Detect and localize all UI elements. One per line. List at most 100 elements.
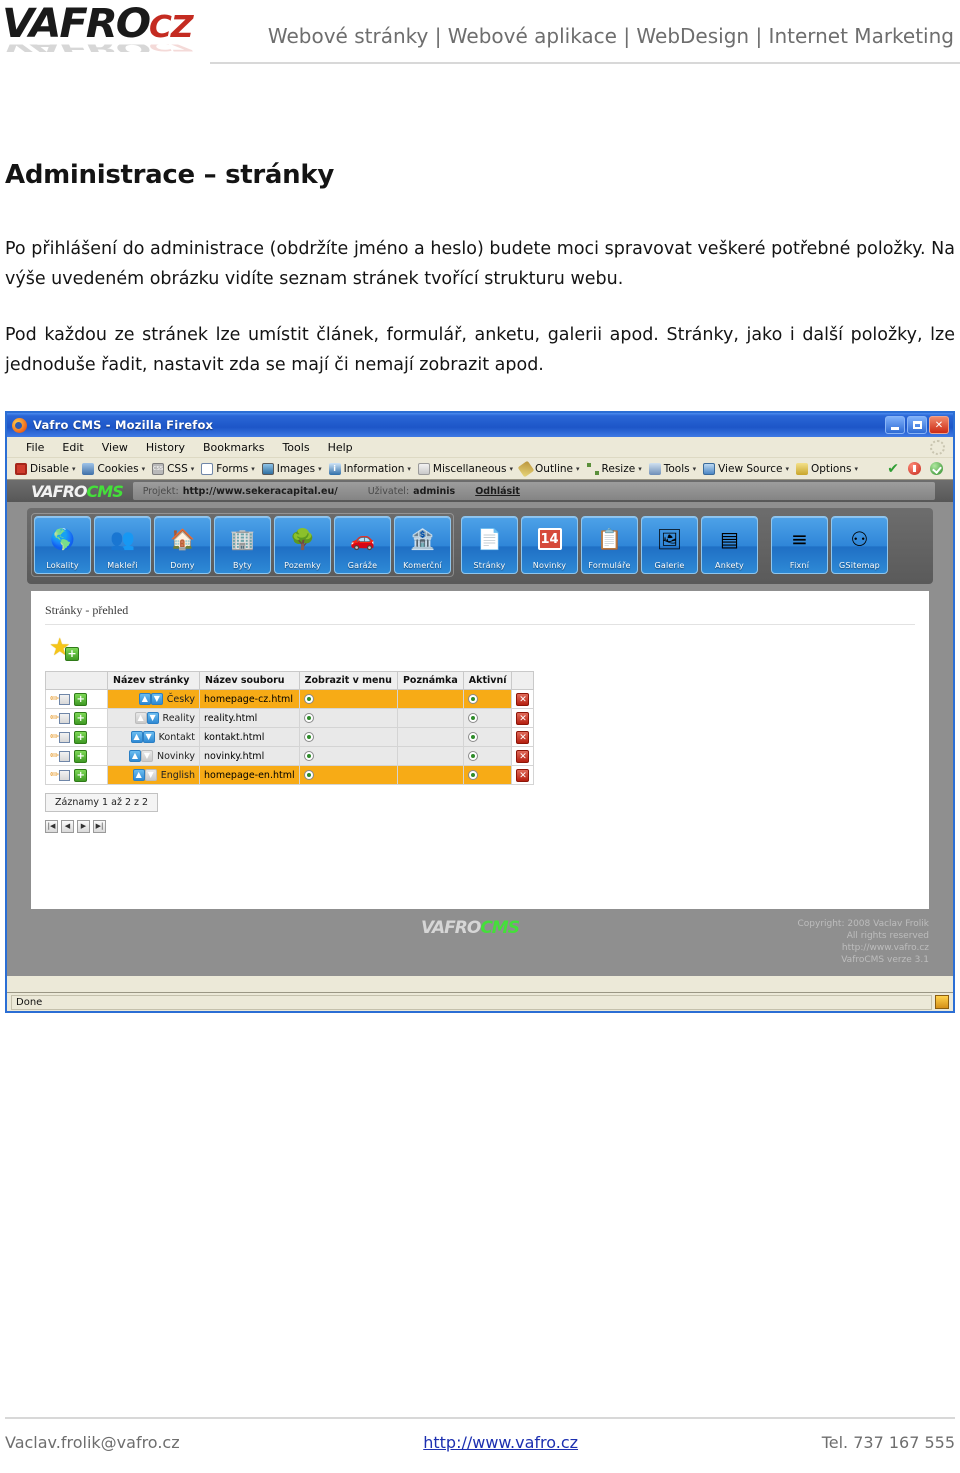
properties-icon[interactable] <box>59 751 71 762</box>
nav-komercni[interactable]: 🏦 Komerční <box>394 516 451 574</box>
move-down-icon[interactable]: ▼ <box>141 750 153 762</box>
move-up-icon[interactable]: ▲ <box>130 731 143 743</box>
pager-next[interactable]: ▶ <box>77 820 90 833</box>
validation-ok-icon[interactable]: ✔ <box>887 461 899 477</box>
close-button[interactable]: ✕ <box>929 416 949 434</box>
status-tray-icon[interactable] <box>935 995 949 1009</box>
miscellaneous-icon <box>417 462 430 475</box>
css-icon: CSS <box>152 462 165 475</box>
show-in-menu-radio[interactable] <box>303 713 314 723</box>
nav-ankety[interactable]: ▤ Ankety <box>701 516 758 574</box>
add-subpage-icon[interactable]: + <box>74 712 88 725</box>
edit-icon[interactable]: ✏ <box>50 768 59 781</box>
window-controls: ✕ <box>885 416 951 434</box>
edit-icon[interactable]: ✏ <box>50 711 59 724</box>
information-icon: i <box>328 462 341 475</box>
properties-icon[interactable] <box>59 770 71 781</box>
nav-pozemky[interactable]: 🌳 Pozemky <box>274 516 331 574</box>
devbar-view-source[interactable]: View Source ▾ <box>701 462 794 475</box>
delete-icon[interactable]: ✕ <box>516 768 530 782</box>
devbar-status-icons: ✔ <box>887 461 953 477</box>
devbar-cookies[interactable]: Cookies ▾ <box>80 462 150 475</box>
menu-item-help[interactable]: Help <box>319 439 362 456</box>
nav-fixni[interactable]: ≡ Fixní <box>771 516 828 574</box>
devbar-outline[interactable]: Outline ▾ <box>517 460 585 477</box>
add-subpage-icon[interactable]: + <box>74 693 88 706</box>
cell-note <box>396 765 464 785</box>
devbar-information[interactable]: i Information ▾ <box>327 462 416 475</box>
active-radio[interactable] <box>467 732 478 742</box>
show-in-menu-radio[interactable] <box>303 751 314 761</box>
devbar-options[interactable]: Options ▾ <box>794 462 863 475</box>
properties-icon[interactable] <box>59 713 71 724</box>
menu-item-edit[interactable]: Edit <box>53 439 92 456</box>
warning-count-icon[interactable] <box>930 462 943 475</box>
cookies-icon <box>82 462 95 475</box>
nav-byty[interactable]: 🏢 Byty <box>214 516 271 574</box>
pager-prev[interactable]: ◀ <box>61 820 74 833</box>
menu-item-view[interactable]: View <box>93 439 137 456</box>
edit-icon[interactable]: ✏ <box>50 749 59 762</box>
nav-domy[interactable]: 🏠 Domy <box>154 516 211 574</box>
edit-icon[interactable]: ✏ <box>50 730 59 743</box>
images-icon <box>261 462 274 475</box>
menu-item-history[interactable]: History <box>137 439 194 456</box>
delete-icon[interactable]: ✕ <box>516 711 530 725</box>
move-up-icon[interactable]: ▲ <box>132 769 145 781</box>
nav-gsitemap[interactable]: ⚇ GSitemap <box>831 516 888 574</box>
move-up-icon[interactable]: ▲ <box>134 712 147 724</box>
devbar-resize[interactable]: Resize ▾ <box>585 462 647 475</box>
maximize-button[interactable] <box>907 416 927 434</box>
pager-first[interactable]: |◀ <box>45 820 58 833</box>
logout-link[interactable]: Odhlásit <box>475 486 520 497</box>
add-subpage-icon[interactable]: + <box>74 731 88 744</box>
add-subpage-icon[interactable]: + <box>74 750 88 763</box>
devbar-miscellaneous[interactable]: Miscellaneous ▾ <box>416 462 518 475</box>
move-up-icon[interactable]: ▲ <box>129 750 141 762</box>
web-developer-toolbar: Disable ▾ Cookies ▾ CSS CSS ▾ Forms ▾ Images ▾… <box>7 458 953 480</box>
cms-nav-group-content: 📄 Stránky 14 Novinky 📋 Formuláře 🖼 Galerie ▤… <box>458 513 891 577</box>
devbar-disable[interactable]: Disable ▾ <box>13 462 80 475</box>
properties-icon[interactable] <box>59 732 71 743</box>
move-down-icon[interactable]: ▼ <box>146 712 159 724</box>
active-radio[interactable] <box>467 770 478 780</box>
footer-website-link[interactable]: http://www.vafro.cz <box>180 1433 822 1452</box>
nav-stranky[interactable]: 📄 Stránky <box>461 516 518 574</box>
delete-icon[interactable]: ✕ <box>516 692 530 706</box>
devbar-images[interactable]: Images ▾ <box>260 462 327 475</box>
nav-makleri[interactable]: 👥 Makleři <box>94 516 151 574</box>
pager-last[interactable]: ▶| <box>93 820 106 833</box>
active-radio[interactable] <box>467 751 478 761</box>
move-down-icon[interactable]: ▼ <box>142 731 155 743</box>
minimize-button[interactable] <box>885 416 905 434</box>
menu-item-tools[interactable]: Tools <box>273 439 318 456</box>
menu-item-file[interactable]: File <box>17 439 53 456</box>
nav-garaze[interactable]: 🚗 Garáže <box>334 516 391 574</box>
active-radio[interactable] <box>467 713 478 723</box>
edit-icon[interactable]: ✏ <box>50 692 59 705</box>
active-radio[interactable] <box>467 694 478 704</box>
show-in-menu-radio[interactable] <box>303 694 314 704</box>
nav-galerie[interactable]: 🖼 Galerie <box>641 516 698 574</box>
delete-icon[interactable]: ✕ <box>516 730 530 744</box>
error-count-icon[interactable] <box>908 462 921 475</box>
move-down-icon[interactable]: ▼ <box>144 769 157 781</box>
properties-icon[interactable] <box>59 694 71 705</box>
show-in-menu-radio[interactable] <box>303 732 314 742</box>
devbar-tools[interactable]: Tools ▾ <box>647 462 701 475</box>
house-icon: 🏠 <box>170 527 195 551</box>
move-up-icon[interactable]: ▲ <box>138 693 151 705</box>
add-subpage-icon[interactable]: + <box>74 769 88 782</box>
nav-novinky[interactable]: 14 Novinky <box>521 516 578 574</box>
page-name-label: English <box>160 769 195 781</box>
add-page-button[interactable]: ★ + <box>49 635 79 661</box>
delete-icon[interactable]: ✕ <box>516 749 530 763</box>
move-down-icon[interactable]: ▼ <box>150 693 163 705</box>
devbar-css[interactable]: CSS CSS ▾ <box>150 462 199 475</box>
nav-formulare[interactable]: 📋 Formuláře <box>581 516 638 574</box>
cell-show-in-menu <box>298 765 398 785</box>
devbar-forms[interactable]: Forms ▾ <box>199 462 259 475</box>
nav-lokality[interactable]: 🌎 Lokality <box>34 516 91 574</box>
show-in-menu-radio[interactable] <box>303 770 314 780</box>
menu-item-bookmarks[interactable]: Bookmarks <box>194 439 273 456</box>
